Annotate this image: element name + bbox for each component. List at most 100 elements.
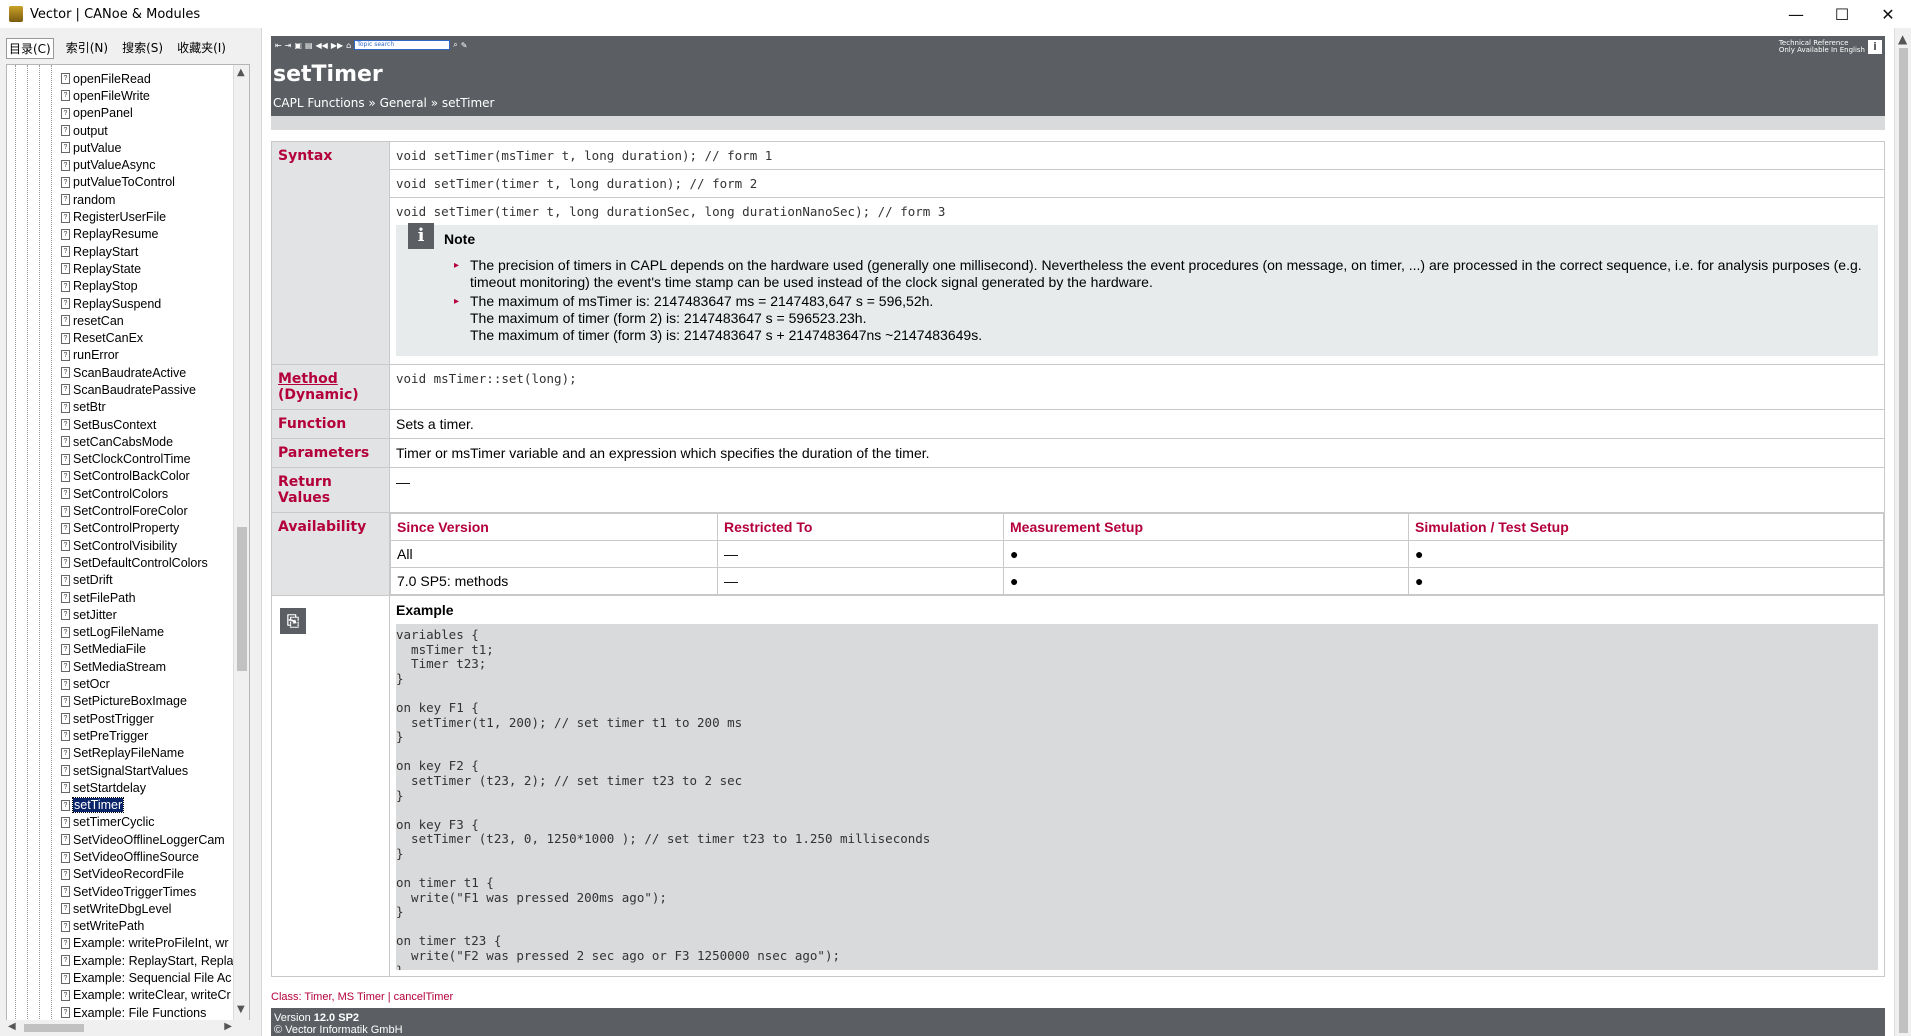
syntax-form3: void setTimer(timer t, long durationSec,… bbox=[396, 204, 946, 219]
tree-item[interactable]: ? SetControlBackColor bbox=[61, 468, 241, 485]
tree-item[interactable]: ? SetMediaStream bbox=[61, 658, 241, 675]
tree-item-label: ReplaySuspend bbox=[73, 296, 162, 311]
tree-item[interactable]: ? SetClockControlTime bbox=[61, 451, 241, 468]
tab-index[interactable]: 索引(N) bbox=[64, 38, 110, 59]
tree-item[interactable]: ? SetControlForeColor bbox=[61, 502, 241, 519]
tree-item[interactable]: ? setWriteDbgLevel bbox=[61, 900, 241, 917]
content-vertical-scrollbar[interactable]: ▲ bbox=[1894, 28, 1911, 1036]
tree-item[interactable]: ? SetReplayFileName bbox=[61, 745, 241, 762]
note-item: The maximum of msTimer is: 2147483647 ms… bbox=[454, 293, 1872, 344]
tree-item[interactable]: ? setTimer bbox=[61, 796, 241, 814]
tree-item[interactable]: ? ResetCanEx bbox=[61, 329, 241, 346]
tree-item[interactable]: ? setCanCabsMode bbox=[61, 433, 241, 450]
help-topic-icon: ? bbox=[61, 315, 70, 327]
search-go-icon[interactable]: ⌕ bbox=[453, 40, 457, 50]
tree-item[interactable]: ? SetControlProperty bbox=[61, 520, 241, 537]
tree-item[interactable]: ? ReplayStart bbox=[61, 243, 241, 260]
tree-item[interactable]: ? SetVideoOfflineLoggerCam bbox=[61, 831, 241, 848]
scroll-down-icon[interactable]: ▼ bbox=[237, 1004, 245, 1015]
tree-item[interactable]: ? Example: File Functions bbox=[61, 1004, 241, 1021]
tree-item[interactable]: ? SetControlColors bbox=[61, 485, 241, 502]
info-icon[interactable]: i bbox=[1868, 40, 1882, 54]
tree-item[interactable]: ? ReplayStop bbox=[61, 278, 241, 295]
tree-item[interactable]: ? setSignalStartValues bbox=[61, 762, 241, 779]
tree-item[interactable]: ? SetVideoOfflineSource bbox=[61, 848, 241, 865]
tree-item[interactable]: ? resetCan bbox=[61, 312, 241, 329]
help-topic-icon: ? bbox=[61, 211, 70, 223]
tree-item[interactable]: ? SetVideoRecordFile bbox=[61, 866, 241, 883]
function-label: Function bbox=[271, 409, 390, 439]
forward-icon[interactable]: ▶▶ bbox=[331, 41, 343, 50]
print-icon[interactable]: ▤ bbox=[305, 41, 313, 50]
tree-item[interactable]: ? RegisterUserFile bbox=[61, 208, 241, 225]
collapse-icon[interactable]: ⇤ bbox=[275, 41, 282, 50]
tree-item[interactable]: ? setPreTrigger bbox=[61, 727, 241, 744]
scroll-right-icon[interactable]: ▶ bbox=[224, 1021, 232, 1032]
tree-item[interactable]: ? ScanBaudratePassive bbox=[61, 381, 241, 398]
minimize-button[interactable]: — bbox=[1773, 0, 1819, 28]
tree-item[interactable]: ? setLogFileName bbox=[61, 624, 241, 641]
tree-item[interactable]: ? setFilePath bbox=[61, 589, 241, 606]
tree-item[interactable]: ? putValueToControl bbox=[61, 174, 241, 191]
tree-item-label: setJitter bbox=[73, 607, 117, 622]
help-topic-icon: ? bbox=[61, 107, 70, 119]
class-links[interactable]: Class: Timer, MS Timer | cancelTimer bbox=[271, 991, 453, 1003]
lock-icon[interactable]: ▣ bbox=[294, 41, 302, 50]
scroll-thumb[interactable] bbox=[1899, 48, 1908, 1033]
tree-item[interactable]: ? SetDefaultControlColors bbox=[61, 554, 241, 571]
note-item-text: The maximum of timer (form 2) is: 214748… bbox=[470, 310, 867, 326]
copy-example-icon[interactable]: ⎘ bbox=[280, 608, 306, 634]
tree-item[interactable]: ? output bbox=[61, 122, 241, 139]
tree-item[interactable]: ? setBtr bbox=[61, 399, 241, 416]
scroll-thumb[interactable] bbox=[237, 527, 247, 671]
tree-item[interactable]: ? setJitter bbox=[61, 606, 241, 623]
tree-item[interactable]: ? ScanBaudrateActive bbox=[61, 364, 241, 381]
tree-item[interactable]: ? setTimerCyclic bbox=[61, 814, 241, 831]
scroll-up-icon[interactable]: ▲ bbox=[237, 67, 245, 78]
tree-item[interactable]: ? ReplayResume bbox=[61, 226, 241, 243]
tree-item[interactable]: ? setWritePath bbox=[61, 918, 241, 935]
tree-item[interactable]: ? openFileRead bbox=[61, 70, 241, 87]
tree-item[interactable]: ? Example: ReplayStart, Repla bbox=[61, 952, 241, 969]
help-topic-icon: ? bbox=[61, 678, 70, 690]
tree-item[interactable]: ? Example: writeClear, writeCr bbox=[61, 987, 241, 1004]
tab-contents[interactable]: 目录(C) bbox=[6, 38, 54, 59]
tree-item[interactable]: ? openFileWrite bbox=[61, 87, 241, 104]
scroll-up-icon[interactable]: ▲ bbox=[1898, 32, 1907, 46]
home-icon[interactable]: ⌂ bbox=[346, 41, 351, 50]
hscroll-thumb[interactable] bbox=[24, 1024, 84, 1032]
tab-favorites[interactable]: 收藏夹(I) bbox=[175, 38, 228, 59]
tree-item[interactable]: ? SetBusContext bbox=[61, 416, 241, 433]
tree-item[interactable]: ? SetVideoTriggerTimes bbox=[61, 883, 241, 900]
tree-item[interactable]: ? putValue bbox=[61, 139, 241, 156]
expand-icon[interactable]: ⇥ bbox=[285, 41, 292, 50]
tab-search[interactable]: 搜索(S) bbox=[120, 38, 165, 59]
topic-search-input[interactable]: Topic search bbox=[354, 40, 451, 50]
tree-item[interactable]: ? setOcr bbox=[61, 675, 241, 692]
method-link[interactable]: Method bbox=[278, 371, 338, 387]
tree-item[interactable]: ? Example: Sequencial File Ac bbox=[61, 969, 241, 986]
tree-item[interactable]: ? ReplayState bbox=[61, 260, 241, 277]
help-topic-icon: ? bbox=[61, 419, 70, 431]
tree-item[interactable]: ? setStartdelay bbox=[61, 779, 241, 796]
tree-horizontal-scrollbar[interactable]: ◀ ▶ bbox=[6, 1020, 250, 1036]
tree-item[interactable]: ? putValueAsync bbox=[61, 156, 241, 173]
tree-item[interactable]: ? SetMediaFile bbox=[61, 641, 241, 658]
tree-item[interactable]: ? SetControlVisibility bbox=[61, 537, 241, 554]
tree-item[interactable]: ? runError bbox=[61, 347, 241, 364]
tree-item[interactable]: ? SetPictureBoxImage bbox=[61, 693, 241, 710]
tree-item[interactable]: ? random bbox=[61, 191, 241, 208]
tree-vertical-scrollbar[interactable]: ▲ ▼ bbox=[233, 65, 249, 1031]
help-topic-icon: ? bbox=[61, 142, 70, 154]
tree-item[interactable]: ? Example: writeProFileInt, wr bbox=[61, 935, 241, 952]
tree-item[interactable]: ? ReplaySuspend bbox=[61, 295, 241, 312]
maximize-button[interactable]: ☐ bbox=[1819, 0, 1865, 28]
search-clear-icon[interactable]: ✎ bbox=[461, 41, 468, 50]
scroll-left-icon[interactable]: ◀ bbox=[8, 1021, 16, 1032]
availability-cell-value: 7.0 SP5: methods bbox=[390, 567, 718, 595]
back-icon[interactable]: ◀◀ bbox=[316, 41, 328, 50]
tree-item[interactable]: ? openPanel bbox=[61, 105, 241, 122]
tree-item[interactable]: ? setPostTrigger bbox=[61, 710, 241, 727]
close-button[interactable]: ✕ bbox=[1865, 0, 1911, 28]
tree-item[interactable]: ? setDrift bbox=[61, 572, 241, 589]
